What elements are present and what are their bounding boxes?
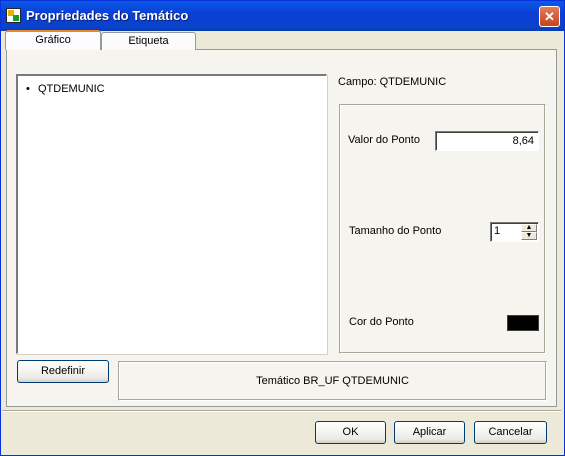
aplicar-button[interactable]: Aplicar (394, 421, 465, 444)
tab-etiqueta[interactable]: Etiqueta (101, 32, 196, 50)
separator (2, 410, 561, 412)
bullet-icon: • (26, 83, 30, 95)
redefinir-button[interactable]: Redefinir (17, 360, 109, 383)
color-swatch[interactable] (507, 315, 539, 331)
app-icon (6, 8, 21, 23)
close-button[interactable]: ✕ (539, 6, 560, 27)
tamanho-label: Tamanho do Ponto (349, 225, 442, 237)
valor-input[interactable]: 8,64 (435, 131, 539, 151)
cor-label: Cor do Ponto (349, 316, 414, 328)
fields-listbox[interactable]: • QTDEMUNIC (16, 74, 327, 354)
campo-label: Campo: QTDEMUNIC (338, 76, 447, 88)
spin-buttons: ▲ ▼ (521, 224, 537, 240)
list-item-label: QTDEMUNIC (38, 83, 105, 95)
title-bar[interactable]: Propriedades do Temático ✕ (1, 1, 564, 31)
cancelar-button[interactable]: Cancelar (474, 421, 547, 444)
tamanho-spinner[interactable]: 1 ▲ ▼ (490, 222, 539, 242)
ok-button[interactable]: OK (315, 421, 386, 444)
window-title: Propriedades do Temático (26, 8, 189, 23)
tamanho-value: 1 (494, 225, 501, 237)
tab-grafico[interactable]: Gráfico (5, 30, 101, 50)
status-text: Temático BR_UF QTDEMUNIC (118, 361, 547, 401)
list-item[interactable]: • QTDEMUNIC (26, 83, 105, 95)
valor-label: Valor do Ponto (348, 134, 420, 146)
spin-down-icon[interactable]: ▼ (521, 232, 537, 240)
spin-up-icon[interactable]: ▲ (521, 224, 537, 232)
close-icon: ✕ (544, 9, 555, 24)
